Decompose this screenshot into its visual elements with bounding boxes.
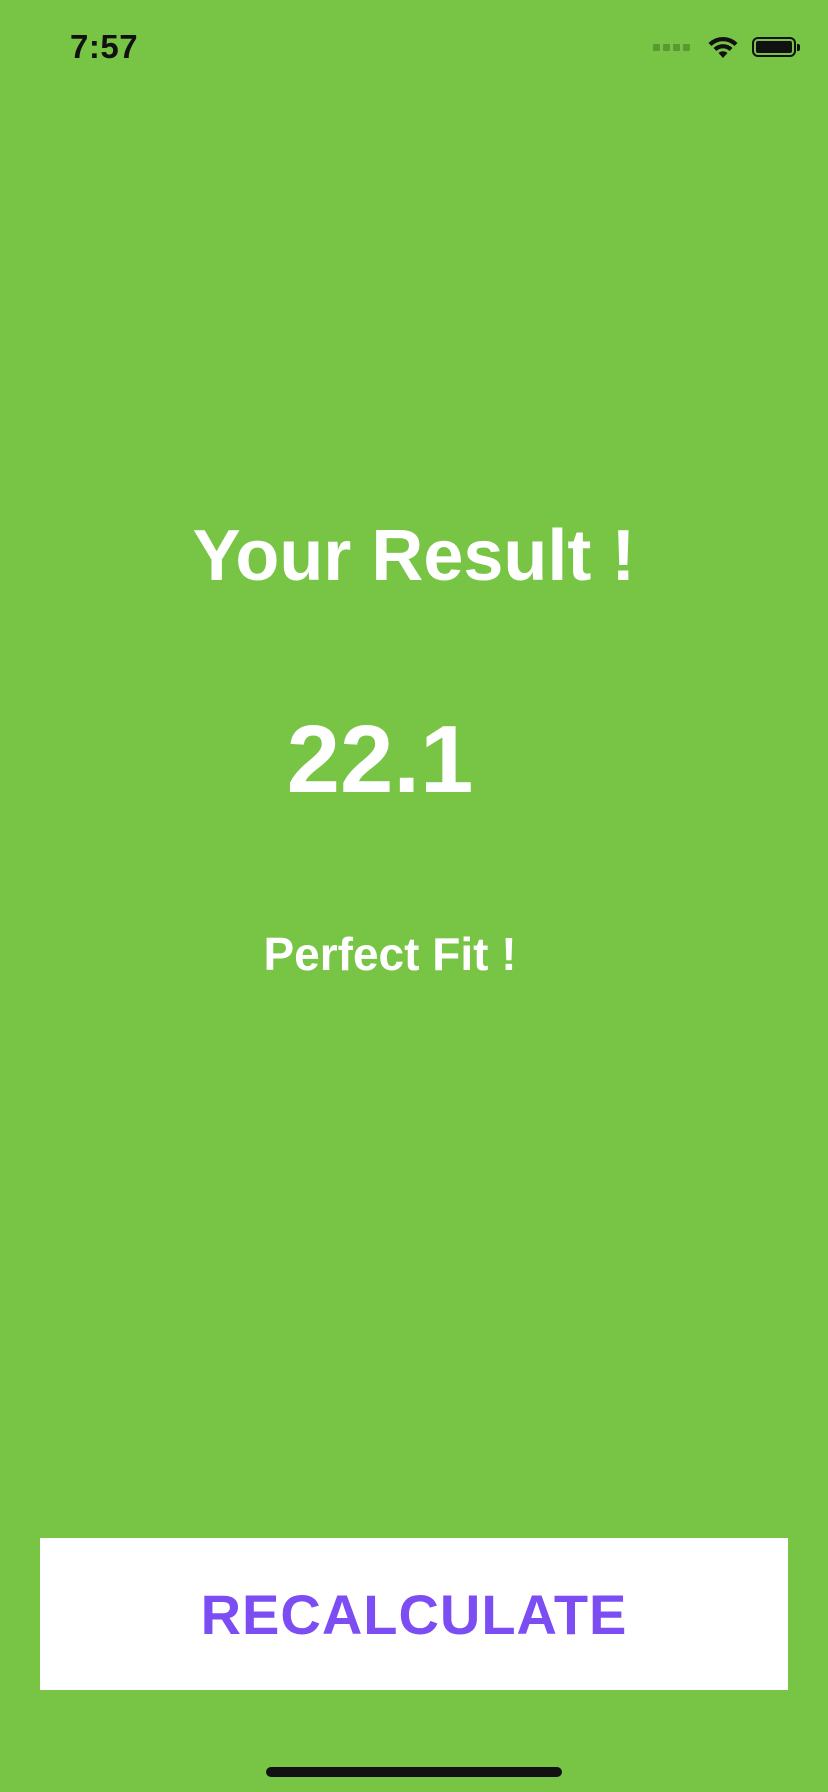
battery-icon: [752, 37, 800, 57]
status-time: 7:57: [70, 28, 139, 65]
result-advice: Perfect Fit !: [263, 928, 517, 980]
cellular-signal-icon: [653, 43, 690, 51]
result-title: Your Result !: [192, 516, 636, 596]
home-indicator[interactable]: [266, 1767, 562, 1777]
status-bar: 7:57: [0, 0, 828, 100]
wifi-icon: [708, 36, 738, 58]
recalculate-button[interactable]: RECALCULATE: [40, 1538, 788, 1690]
status-icons: [653, 34, 800, 60]
bmi-value: 22.1: [286, 706, 474, 813]
recalculate-label: RECALCULATE: [200, 1582, 628, 1646]
